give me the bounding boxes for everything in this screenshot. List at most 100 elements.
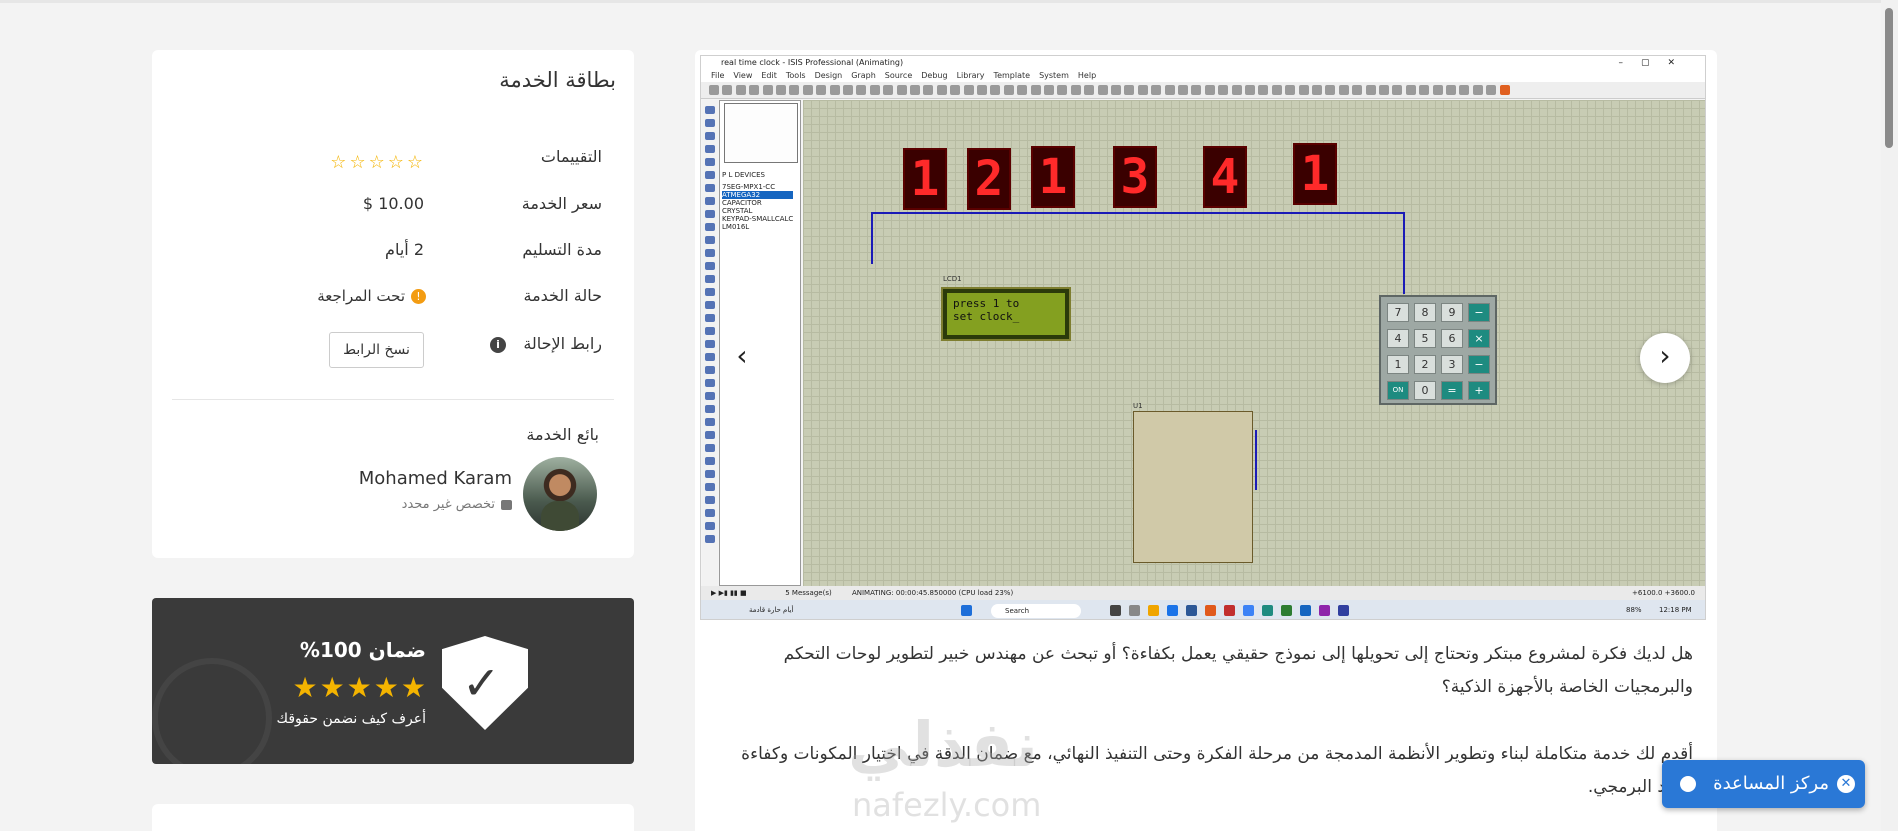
toolbar-button[interactable] xyxy=(1204,85,1215,95)
tool-palette-button[interactable] xyxy=(705,184,715,192)
tool-palette-button[interactable] xyxy=(705,119,715,127)
tool-palette-button[interactable] xyxy=(705,340,715,348)
menu-item[interactable]: System xyxy=(1039,71,1069,80)
toolbar-button[interactable] xyxy=(1379,85,1389,95)
tool-palette-button[interactable] xyxy=(705,171,715,179)
toolbar-button[interactable] xyxy=(1298,85,1309,95)
toolbar-button[interactable] xyxy=(883,85,894,95)
copy-link-button[interactable]: نسخ الرابط xyxy=(329,332,424,368)
menu-item[interactable]: Help xyxy=(1078,71,1096,80)
tool-palette-button[interactable] xyxy=(705,236,715,244)
toolbar-button[interactable] xyxy=(722,85,733,95)
toolbar-button[interactable] xyxy=(1365,85,1376,95)
taskbar-app-icon[interactable] xyxy=(1148,605,1159,616)
taskbar-app-icon[interactable] xyxy=(1129,605,1140,616)
toolbar-button[interactable] xyxy=(1030,85,1041,95)
toolbar-button[interactable] xyxy=(990,85,1001,95)
taskbar-app-icon[interactable] xyxy=(961,605,972,616)
toolbar-button[interactable] xyxy=(1459,85,1470,95)
toolbar-button[interactable] xyxy=(1419,85,1430,95)
toolbar-button[interactable] xyxy=(1392,85,1403,95)
device-list-item[interactable]: CRYSTAL xyxy=(722,207,793,215)
toolbar-button[interactable] xyxy=(1258,85,1269,95)
menu-item[interactable]: Edit xyxy=(761,71,777,80)
device-list-item[interactable]: LM016L xyxy=(722,223,793,231)
toolbar-button[interactable] xyxy=(1191,85,1202,95)
toolbar-button[interactable] xyxy=(1245,85,1255,95)
toolbar-button[interactable] xyxy=(963,85,974,95)
scrollbar-thumb[interactable] xyxy=(1885,8,1893,148)
tool-palette-button[interactable] xyxy=(705,158,715,166)
toolbar-button[interactable] xyxy=(1111,85,1121,95)
tool-palette-button[interactable] xyxy=(705,457,715,465)
tool-palette-button[interactable] xyxy=(705,392,715,400)
toolbar-button[interactable] xyxy=(936,85,947,95)
toolbar-button[interactable] xyxy=(1486,85,1497,95)
menu-item[interactable]: View xyxy=(733,71,752,80)
toolbar-button[interactable] xyxy=(950,85,961,95)
tool-palette-button[interactable] xyxy=(705,301,715,309)
toolbar-button[interactable] xyxy=(829,85,840,95)
tool-palette-button[interactable] xyxy=(705,431,715,439)
tool-palette-button[interactable] xyxy=(705,223,715,231)
toolbar-button[interactable] xyxy=(923,85,934,95)
taskbar-app-icon[interactable] xyxy=(1224,605,1235,616)
help-center-button[interactable]: ✕ مركز المساعدة xyxy=(1662,760,1865,808)
toolbar-button[interactable] xyxy=(709,85,719,95)
tool-palette-button[interactable] xyxy=(705,496,715,504)
toolbar-button[interactable] xyxy=(1231,85,1242,95)
menu-item[interactable]: Library xyxy=(957,71,985,80)
tool-palette-button[interactable] xyxy=(705,444,715,452)
menu-item[interactable]: Design xyxy=(815,71,843,80)
toolbar-button[interactable] xyxy=(1137,85,1148,95)
toolbar-button[interactable] xyxy=(735,85,746,95)
gallery-next-button[interactable]: › xyxy=(1640,333,1690,383)
close-icon[interactable]: ✕ xyxy=(1837,775,1855,793)
toolbar-button[interactable] xyxy=(749,85,760,95)
toolbar-button[interactable] xyxy=(1218,85,1229,95)
tool-palette-button[interactable] xyxy=(705,132,715,140)
toolbar-button[interactable] xyxy=(1271,85,1282,95)
tool-palette-button[interactable] xyxy=(705,470,715,478)
toolbar-button[interactable] xyxy=(1124,85,1135,95)
tool-palette-button[interactable] xyxy=(705,353,715,361)
device-list-item[interactable]: KEYPAD-SMALLCALC xyxy=(722,215,793,223)
tool-palette-button[interactable] xyxy=(705,210,715,218)
toolbar-button[interactable] xyxy=(802,85,813,95)
tool-palette-button[interactable] xyxy=(705,197,715,205)
toolbar-button[interactable] xyxy=(869,85,880,95)
tool-palette-button[interactable] xyxy=(705,483,715,491)
seller-avatar[interactable] xyxy=(523,457,597,531)
toolbar-button[interactable] xyxy=(762,85,773,95)
toolbar-button[interactable] xyxy=(1178,85,1188,95)
menu-item[interactable]: Source xyxy=(885,71,912,80)
device-list-item[interactable]: 7SEG-MPX1-CC xyxy=(722,183,793,191)
toolbar-button[interactable] xyxy=(977,85,987,95)
toolbar-button[interactable] xyxy=(1472,85,1483,95)
menu-item[interactable]: Tools xyxy=(786,71,806,80)
taskbar-app-icon[interactable] xyxy=(1262,605,1273,616)
tool-palette-button[interactable] xyxy=(705,405,715,413)
toolbar-button[interactable] xyxy=(1352,85,1363,95)
toolbar-button[interactable] xyxy=(910,85,920,95)
taskbar-app-icon[interactable] xyxy=(1338,605,1349,616)
menu-item[interactable]: File xyxy=(711,71,724,80)
menu-item[interactable]: Graph xyxy=(851,71,876,80)
guarantee-link[interactable]: أعرف كيف نضمن حقوقك xyxy=(277,711,426,727)
taskbar-app-icon[interactable] xyxy=(1243,605,1254,616)
gallery-prev-button[interactable]: ‹ xyxy=(727,333,757,383)
tool-palette-button[interactable] xyxy=(705,262,715,270)
menu-item[interactable]: Template xyxy=(994,71,1031,80)
toolbar-button[interactable] xyxy=(856,85,867,95)
toolbar-button[interactable] xyxy=(816,85,827,95)
toolbar-button[interactable] xyxy=(1097,85,1108,95)
toolbar-button[interactable] xyxy=(1338,85,1349,95)
tool-palette-button[interactable] xyxy=(705,314,715,322)
device-list-item[interactable]: CAPACITOR xyxy=(722,199,793,207)
taskbar-app-icon[interactable] xyxy=(1281,605,1292,616)
device-list-item[interactable]: ATMEGA32 xyxy=(722,191,794,199)
tool-palette-button[interactable] xyxy=(705,145,715,153)
tool-palette-button[interactable] xyxy=(705,327,715,335)
toolbar-button[interactable] xyxy=(1432,85,1443,95)
taskbar-app-icon[interactable] xyxy=(1167,605,1178,616)
